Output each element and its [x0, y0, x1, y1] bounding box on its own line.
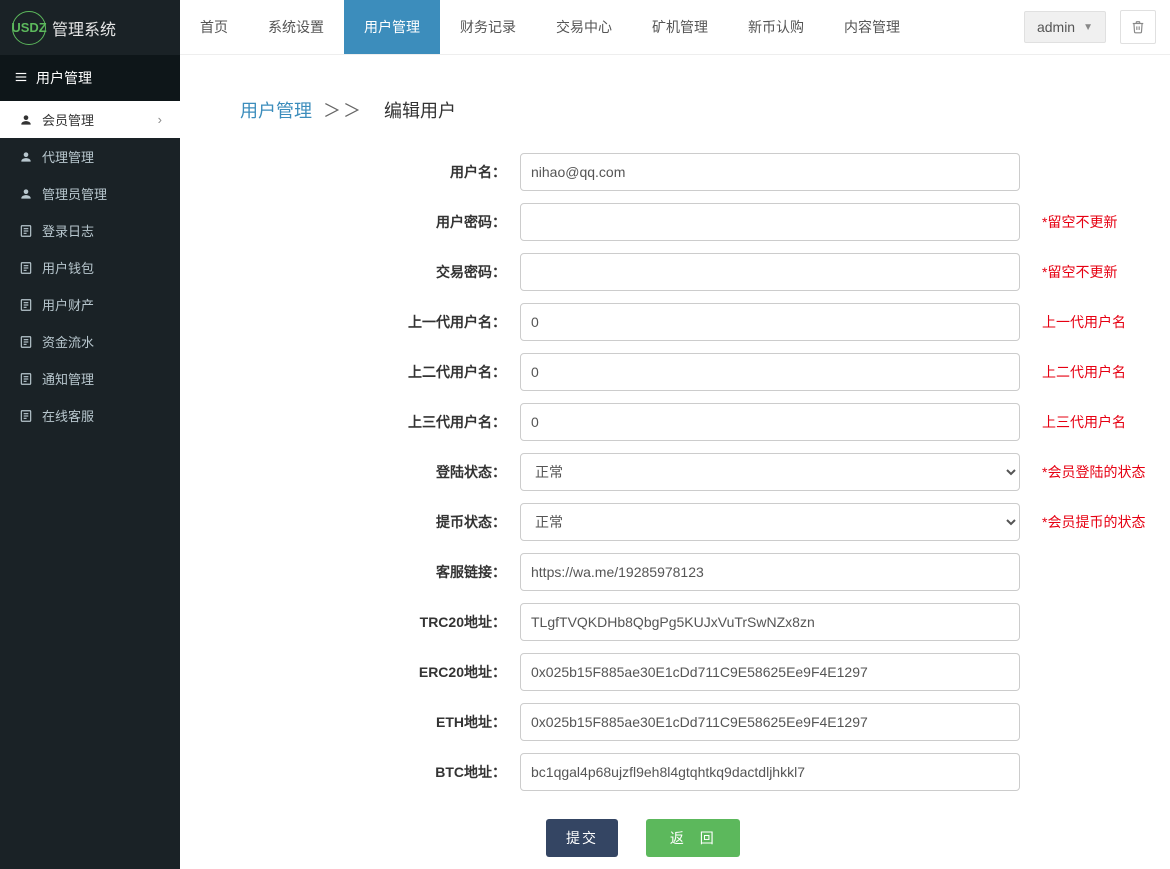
login-status-label: 登陆状态： [180, 462, 520, 482]
sidebar-item-label: 用户财产 [42, 295, 94, 314]
sidebar-item-4[interactable]: 用户钱包 [0, 249, 180, 286]
service-link-input[interactable] [520, 553, 1020, 591]
username-label: 用户名： [180, 162, 520, 182]
user-icon [18, 187, 34, 201]
list-icon [14, 70, 28, 87]
content-area: 用户管理 ＞＞ 编辑用户 用户名： 用户密码： *留空不更新 交易密码： *留空… [180, 55, 1170, 869]
nav-item-5[interactable]: 矿机管理 [632, 0, 728, 54]
user-icon [18, 150, 34, 164]
sidebar-item-8[interactable]: 在线客服 [0, 397, 180, 434]
eth-label: ETH地址： [180, 712, 520, 732]
sidebar-item-label: 登录日志 [42, 221, 94, 240]
logo-badge: USDZ [12, 11, 46, 45]
btc-input[interactable] [520, 753, 1020, 791]
login-status-select[interactable]: 正常 [520, 453, 1020, 491]
trade-password-hint: *留空不更新 [1042, 262, 1117, 282]
page-title: 编辑用户 [384, 101, 456, 121]
trash-icon [1131, 20, 1145, 34]
nav-item-4[interactable]: 交易中心 [536, 0, 632, 54]
trade-password-input[interactable] [520, 253, 1020, 291]
sidebar-item-label: 会员管理 [42, 110, 94, 129]
sidebar-item-7[interactable]: 通知管理 [0, 360, 180, 397]
erc20-input[interactable] [520, 653, 1020, 691]
parent3-input[interactable] [520, 403, 1020, 441]
document-icon [18, 335, 34, 349]
document-icon [18, 409, 34, 423]
login-status-hint: *会员登陆的状态 [1042, 462, 1145, 482]
sidebar-item-6[interactable]: 资金流水 [0, 323, 180, 360]
sidebar-section-title: 用户管理 [0, 55, 180, 101]
sidebar-item-label: 在线客服 [42, 406, 94, 425]
parent2-input[interactable] [520, 353, 1020, 391]
logo-area: USDZ 管理系统 [0, 0, 180, 55]
withdraw-status-hint: *会员提币的状态 [1042, 512, 1145, 532]
sidebar-item-label: 资金流水 [42, 332, 94, 351]
user-icon [18, 113, 34, 127]
service-link-label: 客服链接： [180, 562, 520, 582]
document-icon [18, 298, 34, 312]
password-hint: *留空不更新 [1042, 212, 1117, 232]
parent1-input[interactable] [520, 303, 1020, 341]
withdraw-status-select[interactable]: 正常 [520, 503, 1020, 541]
breadcrumb-link[interactable]: 用户管理 [240, 101, 312, 121]
parent2-hint: 上二代用户名 [1042, 362, 1126, 382]
submit-button[interactable]: 提交 [546, 819, 618, 857]
sidebar-item-label: 用户钱包 [42, 258, 94, 277]
logo-text: 管理系统 [52, 16, 116, 40]
sidebar: USDZ 管理系统 用户管理 会员管理 › 代理管理管理员管理登录日志用户钱包用户财… [0, 0, 180, 869]
username-input[interactable] [520, 153, 1020, 191]
nav-item-0[interactable]: 首页 [180, 0, 248, 54]
sidebar-item-label: 管理员管理 [42, 184, 107, 203]
sidebar-item-2[interactable]: 管理员管理 [0, 175, 180, 212]
trash-button[interactable] [1120, 10, 1156, 44]
document-icon [18, 261, 34, 275]
breadcrumb: 用户管理 ＞＞ 编辑用户 [180, 85, 1150, 153]
nav-item-1[interactable]: 系统设置 [248, 0, 344, 54]
sidebar-section-label: 用户管理 [36, 68, 92, 88]
parent3-label: 上三代用户名： [180, 412, 520, 432]
admin-dropdown[interactable]: admin ▼ [1024, 11, 1106, 43]
return-button[interactable]: 返 回 [646, 819, 740, 857]
sidebar-item-0[interactable]: 会员管理 › [0, 101, 180, 138]
nav-item-6[interactable]: 新币认购 [728, 0, 824, 54]
trc20-input[interactable] [520, 603, 1020, 641]
eth-input[interactable] [520, 703, 1020, 741]
nav-item-2[interactable]: 用户管理 [344, 0, 440, 54]
parent1-hint: 上一代用户名 [1042, 312, 1126, 332]
document-icon [18, 224, 34, 238]
parent1-label: 上一代用户名： [180, 312, 520, 332]
parent2-label: 上二代用户名： [180, 362, 520, 382]
sidebar-item-5[interactable]: 用户财产 [0, 286, 180, 323]
sidebar-item-3[interactable]: 登录日志 [0, 212, 180, 249]
sidebar-item-1[interactable]: 代理管理 [0, 138, 180, 175]
nav-item-3[interactable]: 财务记录 [440, 0, 536, 54]
chevron-down-icon: ▼ [1083, 22, 1093, 33]
withdraw-status-label: 提币状态： [180, 512, 520, 532]
breadcrumb-separator: ＞＞ [323, 101, 363, 121]
erc20-label: ERC20地址： [180, 662, 520, 682]
btc-label: BTC地址： [180, 762, 520, 782]
sidebar-item-label: 通知管理 [42, 369, 94, 388]
parent3-hint: 上三代用户名 [1042, 412, 1126, 432]
admin-label: admin [1037, 19, 1075, 35]
sidebar-item-label: 代理管理 [42, 147, 94, 166]
document-icon [18, 372, 34, 386]
nav-item-7[interactable]: 内容管理 [824, 0, 920, 54]
topnav: 首页系统设置用户管理财务记录交易中心矿机管理新币认购内容管理 admin ▼ [180, 0, 1170, 55]
trc20-label: TRC20地址： [180, 612, 520, 632]
password-label: 用户密码： [180, 212, 520, 232]
trade-password-label: 交易密码： [180, 262, 520, 282]
password-input[interactable] [520, 203, 1020, 241]
chevron-right-icon: › [158, 112, 162, 127]
